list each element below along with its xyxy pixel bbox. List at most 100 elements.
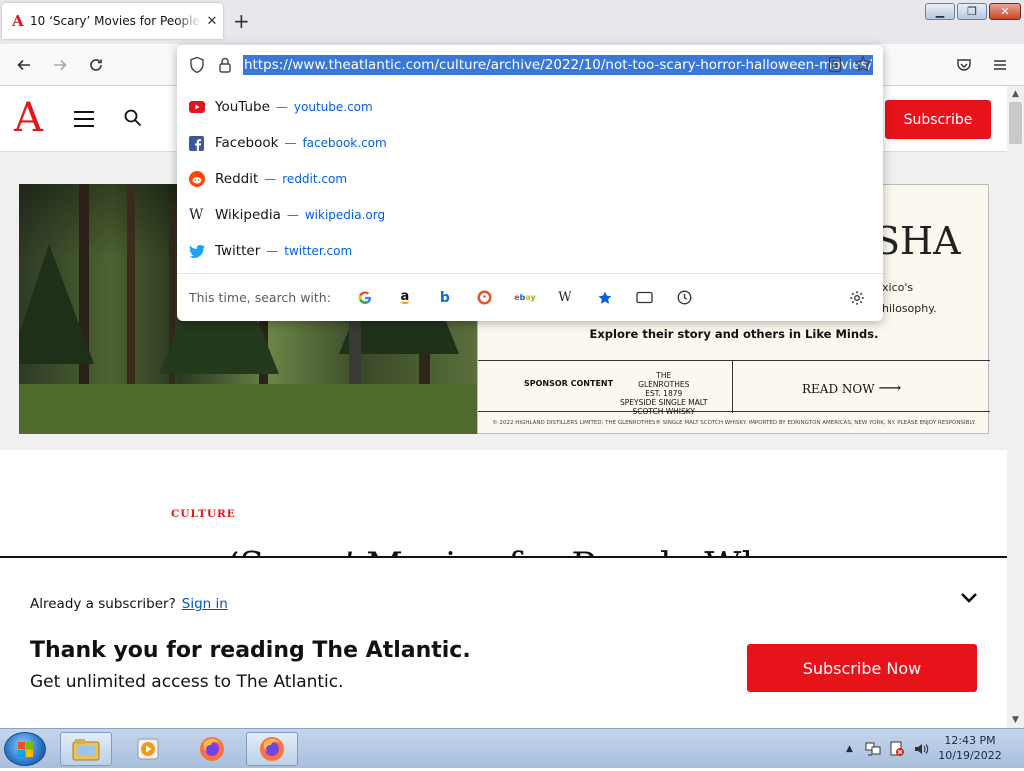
google-icon <box>358 290 371 304</box>
bing-engine-button[interactable]: b <box>425 286 465 310</box>
back-button[interactable] <box>12 53 36 77</box>
suggestion-twitter[interactable]: Twitter — twitter.com <box>189 234 869 268</box>
browser-tab[interactable]: A 10 ‘Scary’ Movies for People Wh ✕ <box>2 3 223 39</box>
action-center-icon[interactable] <box>889 741 905 757</box>
reddit-icon <box>189 171 205 187</box>
firefox-icon <box>200 737 224 761</box>
tab-close-icon[interactable]: ✕ <box>201 14 223 29</box>
suggestion-url: youtube.com <box>293 100 373 114</box>
scroll-up-arrow-icon[interactable]: ▲ <box>1007 86 1024 102</box>
site-menu-icon[interactable] <box>73 110 95 128</box>
ad-headline: SHA <box>874 219 961 263</box>
suggestion-wikipedia[interactable]: W Wikipedia — wikipedia.org <box>189 198 869 232</box>
tab-title: 10 ‘Scary’ Movies for People Wh <box>30 14 201 28</box>
amazon-engine-button[interactable]: a <box>385 286 425 310</box>
paywall-subtitle: Get unlimited access to The Atlantic. <box>30 672 344 692</box>
ebay-engine-button[interactable]: ebay <box>505 286 545 310</box>
suggestion-facebook[interactable]: Facebook — facebook.com <box>189 126 869 160</box>
taskbar-media-player[interactable] <box>122 732 174 766</box>
gear-icon <box>850 290 864 305</box>
ebay-icon: ebay <box>514 293 536 302</box>
tabs-icon <box>636 291 654 304</box>
bing-icon: b <box>439 289 450 306</box>
tab-strip: A 10 ‘Scary’ Movies for People Wh ✕ + ▁ … <box>0 0 1024 44</box>
media-player-icon <box>137 738 159 760</box>
suggestion-youtube[interactable]: YouTube — youtube.com <box>189 90 869 124</box>
pocket-button[interactable] <box>952 53 976 77</box>
forward-arrow-icon <box>54 59 67 71</box>
page-scrollbar[interactable]: ▲ ▼ <box>1007 86 1024 728</box>
lock-icon[interactable] <box>218 56 232 74</box>
taskbar-explorer[interactable] <box>60 732 112 766</box>
tabs-search-button[interactable] <box>625 286 665 310</box>
paywall-title: Thank you for reading The Atlantic. <box>30 638 471 663</box>
suggestion-reddit[interactable]: Reddit — reddit.com <box>189 162 869 196</box>
google-engine-button[interactable] <box>345 286 385 310</box>
suggestion-title: Wikipedia <box>215 207 281 223</box>
ad-sponsor-row: SPONSOR CONTENT THE GLENROTHES EST. 1879 SP… <box>478 360 990 416</box>
subscribe-button[interactable]: Subscribe <box>885 100 991 139</box>
ad-fine-print: © 2022 HIGHLAND DISTILLERS LIMITED, THE … <box>492 420 976 426</box>
clock-time: 12:43 PM <box>944 734 996 747</box>
app-menu-button[interactable] <box>988 53 1012 77</box>
start-button[interactable] <box>4 732 46 766</box>
url-input[interactable]: https://www.theatlantic.com/culture/arch… <box>243 55 874 75</box>
history-clock-icon <box>677 290 692 305</box>
site-search-icon[interactable] <box>124 109 142 127</box>
history-search-button[interactable] <box>665 286 705 310</box>
wikipedia-icon: W <box>189 207 204 223</box>
duckduckgo-engine-button[interactable] <box>465 286 505 310</box>
chevron-down-icon[interactable] <box>958 586 980 608</box>
taskbar-firefox[interactable] <box>186 732 238 766</box>
windows-taskbar: ▲ 12:43 PM 10/19/2022 <box>0 728 1024 768</box>
reload-button[interactable] <box>84 53 108 77</box>
back-arrow-icon <box>17 59 30 71</box>
section-label[interactable]: CULTURE <box>171 508 236 520</box>
wikipedia-engine-button[interactable]: W <box>545 286 585 310</box>
network-icon[interactable] <box>865 741 881 757</box>
taskbar-firefox-active[interactable] <box>246 732 298 766</box>
bookmarks-star-icon <box>598 291 612 304</box>
taskbar-clock[interactable]: 12:43 PM 10/19/2022 <box>930 733 1010 763</box>
window-restore-button[interactable]: ❐ <box>957 3 987 20</box>
ad-read-now-link[interactable]: READ NOW ⟶ <box>802 378 901 397</box>
suggestion-url: reddit.com <box>282 172 348 186</box>
firefox-icon <box>260 737 284 761</box>
search-settings-button[interactable] <box>837 286 877 310</box>
duckduckgo-icon <box>477 290 492 305</box>
ad-text-line: xico's <box>882 281 914 294</box>
new-tab-button[interactable]: + <box>233 10 250 32</box>
windows-logo-icon <box>18 742 33 757</box>
ad-text-line: hilosophy. <box>882 302 937 315</box>
window-minimize-button[interactable]: ▁ <box>925 3 955 20</box>
bookmark-star-icon[interactable] <box>854 55 872 73</box>
suggestion-title: Facebook <box>215 135 279 151</box>
glenrothes-logo: THE GLENROTHES EST. 1879 SPEYSIDE SINGLE MA… <box>620 371 708 416</box>
suggestion-title: YouTube <box>215 99 270 115</box>
sign-in-link[interactable]: Sign in <box>182 596 228 612</box>
subscribe-now-button[interactable]: Subscribe Now <box>747 644 977 692</box>
search-with-bar: This time, search with: a b ebay W <box>177 273 883 321</box>
tracking-shield-icon[interactable] <box>189 56 205 74</box>
volume-icon[interactable] <box>913 741 929 757</box>
suggestion-url: wikipedia.org <box>304 208 386 222</box>
url-dropdown-panel: https://www.theatlantic.com/culture/arch… <box>177 45 883 321</box>
suggestion-url: facebook.com <box>302 136 387 150</box>
reader-view-icon[interactable] <box>828 56 842 73</box>
scroll-down-arrow-icon[interactable]: ▼ <box>1007 712 1024 728</box>
already-subscriber-text: Already a subscriber? Sign in <box>30 596 228 612</box>
search-with-label: This time, search with: <box>189 290 331 305</box>
clock-date: 10/19/2022 <box>938 749 1002 762</box>
suggestion-url: twitter.com <box>284 244 353 258</box>
reload-icon <box>90 59 102 71</box>
forward-button[interactable] <box>48 53 72 77</box>
bookmarks-search-button[interactable] <box>585 286 625 310</box>
atlantic-logo[interactable]: A <box>14 96 43 140</box>
atlantic-favicon-icon: A <box>12 12 24 30</box>
scrollbar-thumb[interactable] <box>1009 102 1022 144</box>
twitter-icon <box>189 244 205 258</box>
window-close-button[interactable]: ✕ <box>989 3 1021 20</box>
url-bar[interactable]: https://www.theatlantic.com/culture/arch… <box>177 45 883 85</box>
hamburger-menu-icon <box>994 60 1006 70</box>
show-hidden-icons-arrow-icon[interactable]: ▲ <box>846 744 853 754</box>
